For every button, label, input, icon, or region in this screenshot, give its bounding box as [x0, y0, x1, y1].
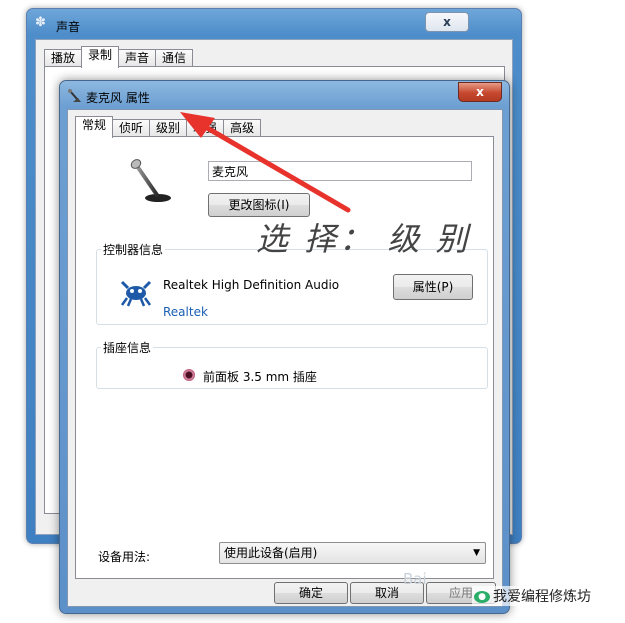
jack-info-title: 插座信息 [103, 341, 152, 355]
controller-name: Realtek High Definition Audio [163, 278, 340, 292]
mic-client-area: 常规 侦听 级别 增强 高级 麦克风 更改图标(I) 控制器信息 Realtek… [67, 109, 503, 607]
properties-button[interactable]: 属性(P) [393, 274, 473, 300]
annotation-text: 选 择： 级 别 [256, 220, 471, 258]
watermark: ● 我爱编程修炼坊 [472, 586, 593, 606]
device-usage-label: 设备用法: [98, 550, 151, 564]
jack-info-group: 插座信息 前面板 3.5 mm 插座 [96, 339, 488, 389]
microphone-device-icon [130, 159, 171, 202]
jack-color-indicator [183, 369, 195, 381]
mic-close-button[interactable]: x [458, 82, 502, 102]
mic-window-title: 麦克风 属性 [86, 91, 150, 105]
watermark-text: 我爱编程修炼坊 [493, 589, 591, 605]
dropdown-arrow-icon: ▼ [473, 548, 480, 558]
wechat-icon: ● [474, 591, 490, 603]
sound-window-title: 声音 [56, 20, 81, 34]
sound-close-button[interactable]: x [425, 12, 469, 32]
controller-info-title: 控制器信息 [103, 243, 164, 257]
tab-general[interactable]: 常规 [75, 116, 114, 138]
ok-button[interactable]: 确定 [274, 582, 348, 604]
device-usage-value: 使用此设备(启用) [224, 546, 318, 560]
tab-recording[interactable]: 录制 [81, 46, 120, 68]
general-tab-panel: 麦克风 更改图标(I) 控制器信息 Realtek High Definitio… [75, 136, 494, 579]
jack-description: 前面板 3.5 mm 插座 [203, 370, 317, 384]
controller-vendor-link[interactable]: Realtek [163, 305, 208, 319]
device-usage-select[interactable]: 使用此设备(启用) ▼ [219, 542, 486, 564]
device-name-field[interactable]: 麦克风 [208, 161, 472, 181]
watermark-logo: Bai [403, 570, 427, 588]
speaker-icon: ✽ [35, 15, 46, 30]
mic-properties-window: 麦克风 属性 x 常规 侦听 级别 增强 高级 麦克风 更改图标(I) 控制器信… [59, 80, 510, 614]
microphone-icon [68, 89, 81, 102]
realtek-crab-icon [120, 280, 152, 307]
